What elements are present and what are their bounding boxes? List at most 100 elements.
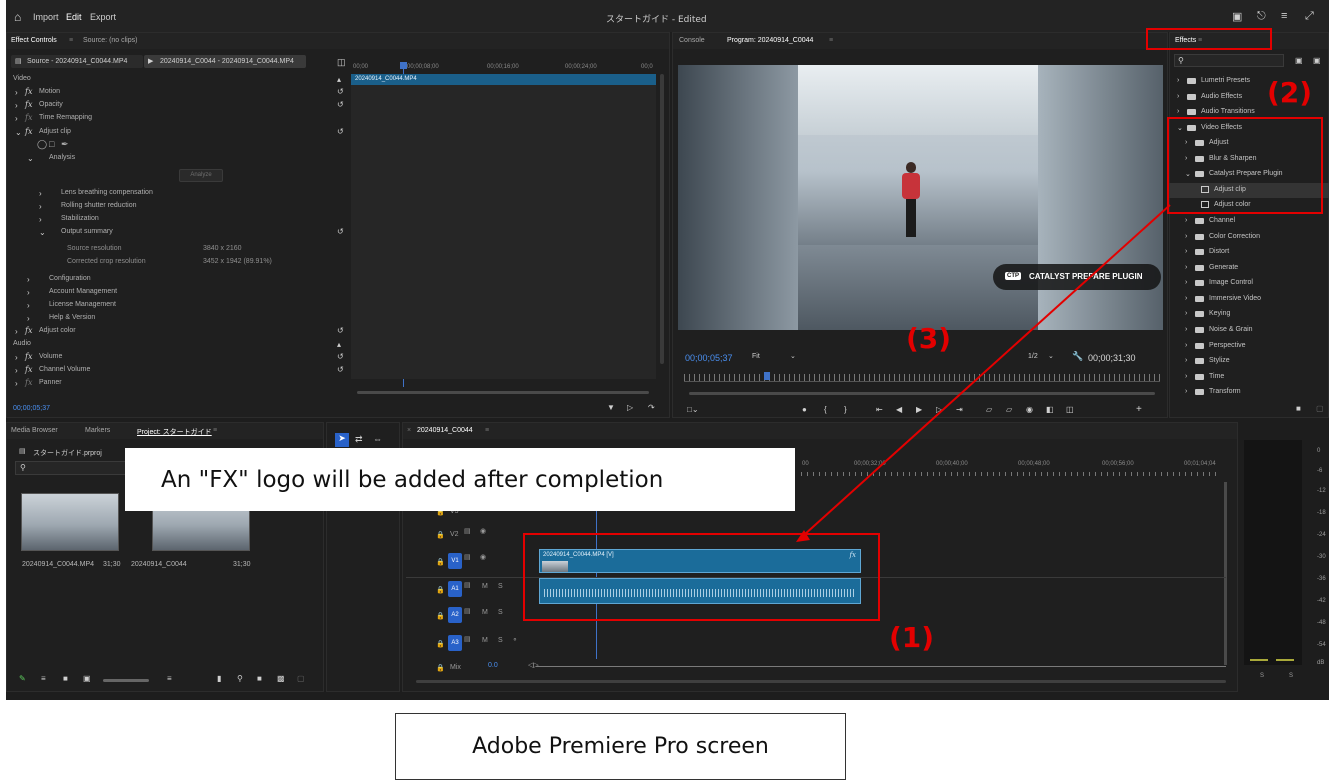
- group-stabilization[interactable]: › Stabilization: [7, 213, 351, 226]
- group-analysis[interactable]: ⌄ Analysis: [7, 152, 351, 165]
- effects-item-time[interactable]: › Time: [1169, 370, 1329, 385]
- sync-icon[interactable]: ▤: [464, 635, 471, 643]
- effects-item-color-correction[interactable]: › Color Correction: [1169, 230, 1329, 245]
- expand-icon[interactable]: ›: [15, 327, 18, 336]
- tab-project[interactable]: Project: スタートガイド: [137, 427, 212, 437]
- tab-source[interactable]: Source: (no clips): [83, 37, 137, 44]
- effects-item-distort[interactable]: › Distort: [1169, 245, 1329, 260]
- effect-volume[interactable]: › fx Volume ↺: [7, 351, 351, 364]
- home-icon[interactable]: ⌂: [14, 10, 21, 24]
- marker-icon[interactable]: ●: [802, 405, 807, 414]
- program-time-ruler[interactable]: [684, 374, 1160, 382]
- 32bit-effects-icon[interactable]: ▣: [1313, 56, 1321, 65]
- sync-icon[interactable]: ▤: [464, 581, 471, 589]
- play-audio-icon[interactable]: ▷: [627, 403, 633, 412]
- fullscreen-icon[interactable]: ⤢: [1305, 10, 1314, 23]
- list-view-icon[interactable]: ≡: [41, 674, 46, 683]
- tab-sequence[interactable]: 20240914_C0044: [417, 427, 473, 434]
- tab-menu-icon[interactable]: ≡: [485, 427, 489, 434]
- collapse-arrow-icon[interactable]: ▴: [337, 75, 341, 84]
- track-select-icon[interactable]: ⇄: [355, 434, 363, 445]
- lock-icon[interactable]: 🔒: [436, 640, 445, 648]
- selection-tool-icon[interactable]: ➤: [335, 433, 349, 447]
- effects-item-stylize[interactable]: › Stylize: [1169, 354, 1329, 369]
- effect-opacity[interactable]: › fx Opacity ↺: [7, 99, 351, 112]
- export-icon[interactable]: ↷: [648, 403, 655, 412]
- menu-import[interactable]: Import: [33, 12, 59, 22]
- reset-icon[interactable]: ↺: [337, 227, 344, 236]
- clip-selector[interactable]: ▶ 20240914_C0044 - 20240914_C0044.MP4: [144, 55, 306, 68]
- timeline-vscrollbar[interactable]: [1224, 482, 1227, 665]
- tab-program[interactable]: Program: 20240914_C0044: [727, 37, 813, 44]
- expand-icon[interactable]: ›: [15, 101, 18, 110]
- tab-console[interactable]: Console: [679, 37, 705, 44]
- mute-a1[interactable]: M: [482, 583, 488, 590]
- meter-solo-left[interactable]: S: [1260, 673, 1264, 679]
- rect-mask-icon[interactable]: □: [49, 139, 54, 149]
- collapse-icon[interactable]: ⌄: [39, 228, 46, 237]
- zoom-slider[interactable]: [103, 679, 149, 682]
- track-target-a1[interactable]: A1: [448, 581, 462, 597]
- share-icon[interactable]: ⎋: [1257, 10, 1266, 23]
- meter-solo-right[interactable]: S: [1289, 673, 1293, 679]
- lock-icon[interactable]: 🔒: [436, 664, 445, 672]
- accelerated-effects-icon[interactable]: ▣: [1295, 56, 1303, 65]
- step-forward-icon[interactable]: ▷: [936, 405, 942, 414]
- analyze-button[interactable]: Analyze: [179, 169, 223, 182]
- sync-icon[interactable]: ▤: [464, 527, 471, 535]
- collapse-icon[interactable]: ⌄: [27, 154, 34, 163]
- expand-icon[interactable]: ›: [39, 189, 42, 198]
- safe-margins-icon[interactable]: □⌄: [687, 405, 699, 414]
- comparison-icon[interactable]: ◧: [1046, 405, 1054, 414]
- effect-adjust-color[interactable]: › fx Adjust color ↺: [7, 325, 351, 338]
- mix-level-line[interactable]: [536, 666, 1226, 667]
- reset-icon[interactable]: ↺: [337, 326, 344, 335]
- wrench-icon[interactable]: 🔧: [1072, 351, 1083, 362]
- tab-effect-controls[interactable]: Effect Controls: [11, 37, 57, 44]
- timeline-hscrollbar[interactable]: [416, 680, 1226, 683]
- expand-icon[interactable]: ›: [27, 288, 30, 297]
- group-rolling[interactable]: › Rolling shutter reduction: [7, 200, 351, 213]
- expand-icon[interactable]: ›: [15, 353, 18, 362]
- group-help[interactable]: › Help & Version: [7, 312, 351, 325]
- sync-icon[interactable]: ▤: [464, 553, 471, 561]
- resolution-dropdown[interactable]: 1/2 ⌄: [1024, 351, 1066, 363]
- track-target-v1[interactable]: V1: [448, 553, 462, 569]
- mark-in-icon[interactable]: {: [824, 405, 827, 414]
- solo-a1[interactable]: S: [498, 583, 503, 590]
- eye-icon[interactable]: ◉: [480, 527, 486, 535]
- effect-motion[interactable]: › fx Motion ↺: [7, 86, 351, 99]
- effects-item-channel[interactable]: › Channel: [1169, 214, 1329, 229]
- camera-icon[interactable]: ◉: [1026, 405, 1033, 414]
- effects-item-immersive-video[interactable]: › Immersive Video: [1169, 292, 1329, 307]
- panel-toggle-icon[interactable]: ◫: [337, 57, 346, 68]
- reset-icon[interactable]: ↺: [337, 127, 344, 136]
- menu-edit[interactable]: Edit: [66, 12, 82, 22]
- reset-icon[interactable]: ↺: [337, 100, 344, 109]
- automate-icon[interactable]: ▮: [217, 674, 221, 683]
- mute-a2[interactable]: M: [482, 609, 488, 616]
- effects-item-noise-grain[interactable]: › Noise & Grain: [1169, 323, 1329, 338]
- reset-icon[interactable]: ↺: [337, 352, 344, 361]
- expand-icon[interactable]: ›: [27, 314, 30, 323]
- expand-icon[interactable]: ›: [27, 275, 30, 284]
- mix-end-icon[interactable]: ◁▷: [528, 661, 539, 669]
- new-item-icon[interactable]: ▩: [277, 674, 285, 683]
- collapse-icon[interactable]: ⌄: [15, 128, 22, 137]
- play-icon[interactable]: ▶: [916, 405, 922, 414]
- group-output-summary[interactable]: ⌄ Output summary ↺: [7, 226, 351, 239]
- program-timecode[interactable]: 00;00;05;37: [685, 353, 733, 363]
- effects-item-generate[interactable]: › Generate: [1169, 261, 1329, 276]
- find-icon[interactable]: ⚲: [237, 674, 243, 683]
- expand-icon[interactable]: ›: [27, 301, 30, 310]
- freeform-view-icon[interactable]: ▣: [83, 674, 91, 683]
- go-to-out-icon[interactable]: ⇥: [956, 405, 963, 414]
- solo-a3[interactable]: S: [498, 637, 503, 644]
- effect-channel-volume[interactable]: › fx Channel Volume ↺: [7, 364, 351, 377]
- new-bin-icon[interactable]: ■: [257, 674, 262, 683]
- mute-a3[interactable]: M: [482, 637, 488, 644]
- lock-icon[interactable]: 🔒: [436, 558, 445, 566]
- close-icon[interactable]: ×: [407, 427, 411, 434]
- group-license[interactable]: › License Management: [7, 299, 351, 312]
- ellipse-mask-icon[interactable]: ◯: [37, 139, 47, 150]
